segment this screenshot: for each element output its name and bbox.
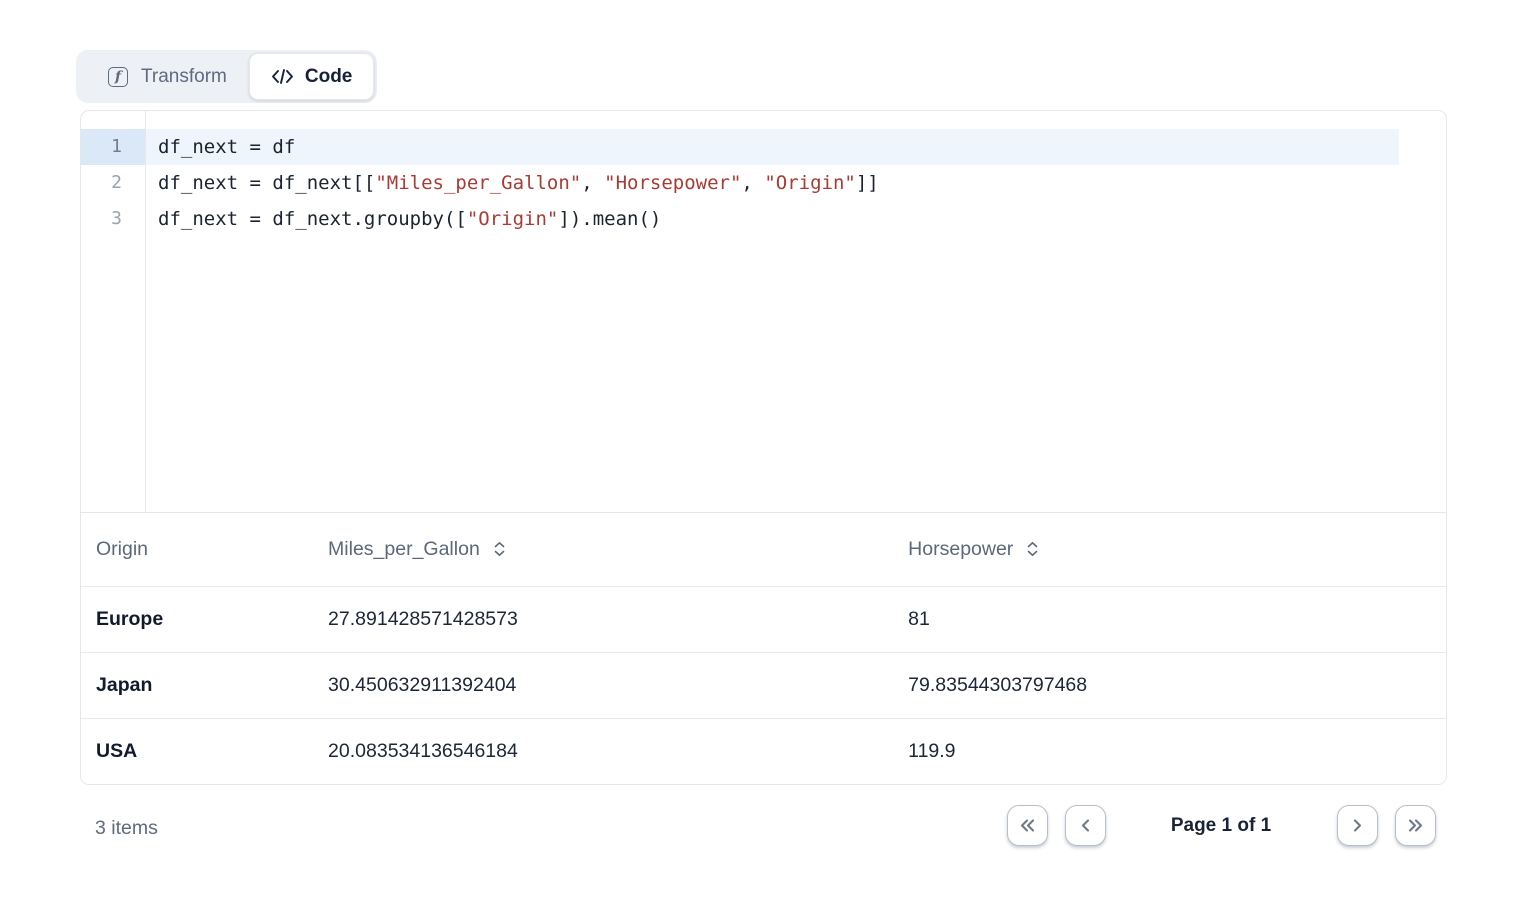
line-number: 3	[81, 201, 145, 237]
tab-code[interactable]: Code	[249, 53, 375, 100]
table-header-row: Origin Miles_per_Gallon Horsepower	[81, 513, 1446, 586]
page-indicator: Page 1 of 1	[1164, 815, 1278, 837]
value-cell: 81	[893, 586, 1446, 652]
pagination: Page 1 of 1	[1007, 805, 1436, 846]
tab-transform[interactable]: f Transform	[79, 53, 249, 100]
function-icon: f	[108, 67, 128, 87]
items-count-label: 3 items	[95, 817, 158, 840]
editor-gutter: 123	[81, 111, 146, 512]
line-number: 1	[81, 129, 145, 165]
code-token: df_next = df_next.groupby([	[158, 208, 467, 230]
value-cell: 20.083534136546184	[313, 718, 893, 784]
editor-lines: df_next = df df_next = df_next[["Miles_pe…	[146, 111, 1446, 512]
transform-panel: 123 df_next = df df_next = df_next[["Mile…	[80, 110, 1447, 785]
table-row: Europe27.89142857142857381	[81, 586, 1446, 652]
string-token: "Origin"	[764, 172, 856, 194]
string-token: "Horsepower"	[604, 172, 741, 194]
code-line[interactable]: df_next = df	[146, 129, 1399, 165]
code-token: ,	[581, 172, 604, 194]
table-body: Europe27.89142857142857381Japan30.450632…	[81, 586, 1446, 784]
sort-arrows-icon[interactable]	[494, 542, 505, 556]
code-line[interactable]: df_next = df_next.groupby(["Origin"]).me…	[146, 201, 1446, 237]
row-label-cell: Japan	[81, 652, 313, 718]
code-token: df_next = df	[158, 136, 295, 158]
code-token: ]).mean()	[558, 208, 661, 230]
chevron-right-icon	[1352, 819, 1363, 832]
double-chevron-left-icon	[1019, 819, 1036, 832]
table-row: Japan30.45063291139240479.83544303797468	[81, 652, 1446, 718]
value-cell: 79.83544303797468	[893, 652, 1446, 718]
value-cell: 30.450632911392404	[313, 652, 893, 718]
code-line[interactable]: df_next = df_next[["Miles_per_Gallon", "…	[146, 165, 1446, 201]
code-editor[interactable]: 123 df_next = df df_next = df_next[["Mile…	[81, 111, 1446, 513]
sort-arrows-icon[interactable]	[1027, 542, 1038, 556]
table-row: USA20.083534136546184119.9	[81, 718, 1446, 784]
tab-transform-label: Transform	[141, 66, 227, 88]
value-cell: 119.9	[893, 718, 1446, 784]
last-page-button[interactable]	[1395, 805, 1436, 846]
code-token: ,	[741, 172, 764, 194]
column-header-label: Miles_per_Gallon	[328, 538, 480, 561]
tab-code-label: Code	[305, 66, 353, 88]
app-page: f Transform Code 123 df_next = dfdf_next…	[0, 0, 1516, 918]
value-cell: 27.891428571428573	[313, 586, 893, 652]
prev-page-button[interactable]	[1065, 805, 1106, 846]
view-tabbar: f Transform Code	[76, 50, 377, 103]
code-token: ]]	[856, 172, 879, 194]
next-page-button[interactable]	[1337, 805, 1378, 846]
column-header-origin: Origin	[81, 513, 313, 586]
first-page-button[interactable]	[1007, 805, 1048, 846]
string-token: "Miles_per_Gallon"	[375, 172, 581, 194]
column-header-horsepower[interactable]: Horsepower	[893, 513, 1446, 586]
column-header-miles_per_gallon[interactable]: Miles_per_Gallon	[313, 513, 893, 586]
column-header-label: Origin	[96, 538, 148, 561]
double-chevron-right-icon	[1407, 819, 1424, 832]
row-label-cell: USA	[81, 718, 313, 784]
chevron-left-icon	[1080, 819, 1091, 832]
line-number: 2	[81, 165, 145, 201]
row-label-cell: Europe	[81, 586, 313, 652]
result-table: Origin Miles_per_Gallon Horsepower Europe2…	[81, 513, 1446, 784]
column-header-label: Horsepower	[908, 538, 1013, 561]
code-slash-icon	[271, 68, 294, 85]
string-token: "Origin"	[467, 208, 559, 230]
code-token: df_next = df_next[[	[158, 172, 375, 194]
